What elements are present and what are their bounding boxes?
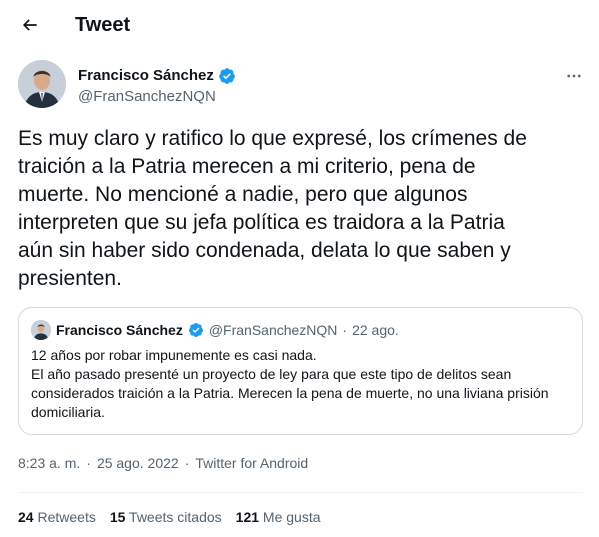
quoted-date: 22 ago. [352,322,399,338]
quote-tweets-label: Tweets citados [129,509,222,525]
tweet-text: Es muy claro y ratifico lo que expresé, … [18,127,527,290]
timestamp-separator: · [86,455,91,471]
back-arrow-icon[interactable] [18,13,42,37]
avatar[interactable] [18,60,66,108]
retweets-count: 24 [18,509,34,525]
tweet-timestamp: 8:23 a. m. · 25 ago. 2022 · Twitter for Andr… [18,453,308,473]
author-name-text: Francisco Sánchez [78,67,214,84]
verified-badge-icon [219,68,235,84]
likes-stat[interactable]: 121 Me gusta [236,508,321,526]
quoted-author-handle: @FranSanchezNQN [208,322,338,338]
tweet-stats: 24 Retweets 15 Tweets citados 121 Me gus… [18,508,321,526]
quoted-author-name: Francisco Sánchez [56,322,183,338]
header: Tweet [0,0,599,50]
divider [18,492,583,493]
author-name[interactable]: Francisco Sánchez [78,66,236,86]
retweets-stat[interactable]: 24 Retweets [18,508,96,526]
quoted-text-line: El año pasado presenté un proyecto de le… [31,366,549,420]
author-handle[interactable]: @FranSanchezNQN [78,87,216,107]
likes-count: 121 [235,509,260,525]
quoted-tweet-text: 12 años por robar impunemente es casi na… [31,346,571,422]
tweet-author: Francisco Sánchez @FranSanchezNQN [18,60,588,112]
quoted-tweet-header: Francisco Sánchez @FranSanchezNQN · 22 a… [31,320,399,340]
quoted-avatar [31,320,51,340]
tweet-source[interactable]: Twitter for Android [195,455,308,471]
quoted-separator: · [342,322,348,338]
tweet-date[interactable]: 25 ago. 2022 [97,455,179,471]
retweets-label: Retweets [37,509,96,525]
tweet-time[interactable]: 8:23 a. m. [18,455,80,471]
more-options-icon[interactable] [562,64,586,88]
page-title: Tweet [75,14,131,36]
quoted-text-line: 12 años por robar impunemente es casi na… [31,347,317,363]
verified-badge-icon [188,323,203,337]
quote-tweets-stat[interactable]: 15 Tweets citados [110,508,222,526]
quote-tweets-count: 15 [109,509,126,525]
likes-label: Me gusta [262,509,321,525]
quoted-tweet[interactable]: Francisco Sánchez @FranSanchezNQN · 22 a… [18,307,583,435]
timestamp-separator: · [184,455,190,471]
